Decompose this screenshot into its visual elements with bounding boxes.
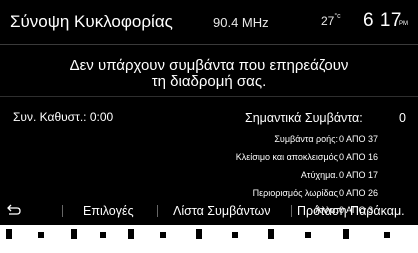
event-row-label: Ατύχημα. bbox=[300, 170, 338, 180]
bottom-artifact bbox=[100, 232, 106, 238]
event-row-label: Συμβάντα ροής: bbox=[274, 134, 338, 144]
no-events-message: Δεν υπάρχουν συμβάντα που επηρεάζουν τη … bbox=[0, 58, 418, 90]
event-row-value: 0 ΑΠΟ 16 bbox=[339, 152, 379, 162]
footer-separator bbox=[157, 205, 158, 217]
message-line-2: τη διαδρομή σας. bbox=[151, 73, 267, 90]
radio-frequency: 90.4 MHz bbox=[213, 15, 269, 30]
bottom-artifact bbox=[384, 232, 390, 238]
bottom-artifact bbox=[305, 232, 311, 238]
event-row-label: Κλείσιμο και αποκλεισμός bbox=[235, 152, 338, 162]
temperature-value: 27 bbox=[321, 14, 335, 28]
bottom-artifact bbox=[268, 229, 274, 239]
bottom-artifact bbox=[232, 232, 238, 238]
bottom-artifact bbox=[71, 229, 77, 239]
header-bar: Σύνοψη Κυκλοφορίας 90.4 MHz 27°c 6 17 PM bbox=[0, 0, 418, 44]
suggest-detour-button[interactable]: Πρόταση Παράκαμ. bbox=[297, 204, 405, 218]
page-title: Σύνοψη Κυκλοφορίας bbox=[10, 12, 173, 31]
traffic-summary-screen: Σύνοψη Κυκλοφορίας 90.4 MHz 27°c 6 17 PM… bbox=[0, 0, 418, 253]
back-arrow-icon[interactable] bbox=[7, 203, 21, 217]
event-row-value: 0 ΑΠΟ 17 bbox=[339, 170, 379, 180]
header-divider bbox=[0, 44, 418, 45]
event-row-value: 0 ΑΠΟ 26 bbox=[339, 188, 379, 198]
major-events-label: Σημαντικά Συμβάντα: bbox=[245, 111, 363, 125]
bottom-artifact bbox=[196, 229, 202, 239]
temperature-unit: °c bbox=[334, 13, 341, 20]
footer-separator bbox=[62, 205, 63, 217]
footer-separator bbox=[291, 205, 292, 217]
bottom-artifact bbox=[343, 229, 349, 239]
options-button[interactable]: Επιλογές bbox=[83, 204, 134, 218]
bottom-artifact bbox=[128, 229, 134, 239]
event-row-label: Περιορισμός λωρίδας bbox=[252, 188, 338, 198]
bottom-artifact bbox=[6, 229, 12, 239]
bottom-strip bbox=[0, 225, 418, 253]
clock-ampm: PM bbox=[399, 21, 408, 27]
bottom-artifact bbox=[38, 232, 44, 238]
clock-time: 6 17 bbox=[363, 10, 402, 31]
message-line-1: Δεν υπάρχουν συμβάντα που επηρεάζουν bbox=[69, 57, 349, 74]
total-delay: Συν. Καθυστ.: 0:00 bbox=[13, 110, 114, 124]
footer-toolbar: Επιλογές Λίστα Συμβάντων Πρόταση Παράκαμ… bbox=[0, 199, 418, 221]
major-events-value: 0 bbox=[399, 111, 406, 125]
outside-temperature: 27°c bbox=[321, 13, 341, 28]
events-list-button[interactable]: Λίστα Συμβάντων bbox=[173, 204, 271, 218]
event-row-value: 0 ΑΠΟ 37 bbox=[339, 134, 379, 144]
bottom-artifact bbox=[160, 232, 166, 238]
content-divider bbox=[0, 96, 418, 97]
